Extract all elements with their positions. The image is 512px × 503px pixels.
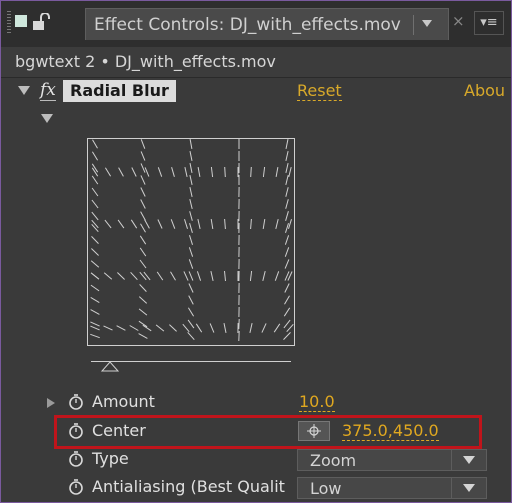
chevron-down-icon — [451, 450, 486, 470]
panel-grip-icon[interactable] — [7, 11, 11, 35]
tab-dropdown-icon[interactable] — [422, 20, 432, 27]
collapse-triangle-icon[interactable] — [18, 86, 30, 95]
layer-header: bgwtext 2 • DJ_with_effects.mov — [1, 47, 511, 78]
panel-tab-bar: Effect Controls: DJ_with_effects.mov × ▾… — [1, 1, 511, 47]
property-row-amount: Amount 10.0 — [1, 389, 511, 417]
antialiasing-select[interactable]: Low — [297, 477, 487, 499]
preview-slider-track — [91, 361, 291, 362]
effect-controls-panel: Effect Controls: DJ_with_effects.mov × ▾… — [0, 0, 512, 503]
blur-grid-mark — [250, 166, 252, 178]
antialiasing-label: Antialiasing (Best Qualit — [92, 477, 285, 496]
expand-triangle-icon[interactable] — [41, 114, 53, 123]
tab-divider — [413, 15, 414, 35]
radial-blur-preview-graph — [87, 138, 295, 346]
panel-menu-button[interactable]: ▾≡ — [474, 11, 504, 35]
amount-label: Amount — [92, 392, 155, 411]
effect-row-radial-blur: fx Radial Blur Reset Abou — [1, 78, 511, 104]
type-label: Type — [92, 449, 129, 468]
type-select[interactable]: Zoom — [297, 449, 487, 471]
tab-effect-controls[interactable]: Effect Controls: DJ_with_effects.mov — [85, 8, 449, 40]
expand-amount-icon[interactable] — [47, 398, 55, 408]
type-select-value: Zoom — [310, 451, 357, 470]
antialiasing-select-value: Low — [310, 479, 342, 498]
stopwatch-icon[interactable] — [67, 393, 85, 411]
reset-link[interactable]: Reset — [297, 81, 342, 101]
unlock-icon[interactable] — [32, 13, 52, 31]
center-highlight-box — [54, 415, 482, 449]
blur-grid-mark — [224, 166, 226, 178]
stopwatch-icon[interactable] — [67, 450, 85, 468]
tab-title: Effect Controls: DJ_with_effects.mov — [94, 15, 401, 35]
about-link[interactable]: Abou — [464, 81, 505, 100]
property-row-antialiasing: Antialiasing (Best Qualit Low — [1, 474, 511, 502]
property-row-type: Type Zoom — [1, 446, 511, 474]
preview-slider-thumb[interactable] — [101, 362, 119, 372]
layer-label: bgwtext 2 • DJ_with_effects.mov — [15, 52, 276, 71]
chevron-down-icon — [451, 478, 486, 498]
fx-toggle-icon[interactable]: fx — [40, 80, 56, 101]
amount-value[interactable]: 10.0 — [299, 392, 335, 412]
label-color-swatch[interactable] — [15, 15, 27, 27]
close-icon[interactable]: × — [452, 12, 465, 30]
effect-name[interactable]: Radial Blur — [63, 80, 176, 102]
stopwatch-icon[interactable] — [67, 478, 85, 496]
